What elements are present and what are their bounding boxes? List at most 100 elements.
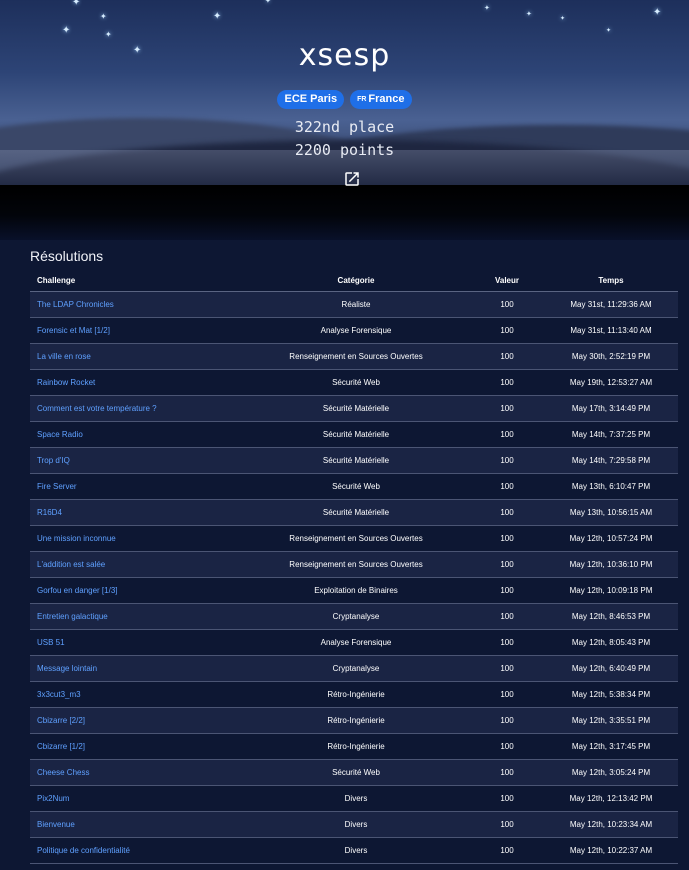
category-cell: Renseignement en Sources Ouvertes bbox=[242, 525, 470, 552]
time-cell: May 12th, 5:38:34 PM bbox=[544, 681, 678, 708]
category-cell: Renseignement en Sources Ouvertes bbox=[242, 343, 470, 370]
table-row: The LDAP Chronicles Réaliste 100 May 31st, … bbox=[30, 291, 678, 318]
star-icon: ✦ bbox=[526, 11, 532, 18]
category-cell: Sécurité Web bbox=[242, 369, 470, 396]
challenge-link[interactable]: Comment est votre température ? bbox=[30, 395, 242, 422]
star-icon: ✦ bbox=[560, 16, 566, 22]
category-cell: Sécurité Web bbox=[242, 759, 470, 786]
challenge-link[interactable]: Une mission inconnue bbox=[30, 525, 242, 552]
category-cell: Sécurité Matérielle bbox=[242, 499, 470, 526]
table-row: Gorfou en danger [1/3] Exploitation de Bi… bbox=[30, 577, 678, 604]
header-category: Catégorie bbox=[242, 270, 470, 292]
category-cell: Cryptanalyse bbox=[242, 603, 470, 630]
school-badge[interactable]: ECE Paris bbox=[277, 90, 345, 109]
challenge-link[interactable]: The LDAP Chronicles bbox=[30, 291, 242, 318]
value-cell: 100 bbox=[470, 733, 544, 760]
value-cell: 100 bbox=[470, 603, 544, 630]
total-points: 2200 points bbox=[294, 141, 395, 159]
table-row: R16D4 Sécurité Matérielle 100 May 13th, 10:… bbox=[30, 499, 678, 526]
time-cell: May 19th, 12:53:27 AM bbox=[544, 369, 678, 396]
value-cell: 100 bbox=[470, 317, 544, 344]
star-icon: ✦ bbox=[100, 12, 107, 21]
star-icon: ✦ bbox=[62, 25, 71, 36]
challenge-link[interactable]: Cbizarre [1/2] bbox=[30, 733, 242, 760]
challenge-link[interactable]: Entretien galactique bbox=[30, 603, 242, 630]
country-label: France bbox=[368, 93, 405, 105]
dark-band bbox=[0, 185, 689, 240]
table-row: Message lointain Cryptanalyse 100 May 12th,… bbox=[30, 655, 678, 682]
category-cell: Exploitation de Binaires bbox=[242, 577, 470, 604]
table-row: Bienvenue Divers 100 May 12th, 10:23:34 AM bbox=[30, 811, 678, 838]
table-row: Entretien galactique Cryptanalyse 100 May 1… bbox=[30, 603, 678, 630]
category-cell: Cryptanalyse bbox=[242, 655, 470, 682]
challenge-link[interactable]: USB 51 bbox=[30, 629, 242, 656]
challenge-link[interactable]: Forensic et Mat [1/2] bbox=[30, 317, 242, 344]
table-row: Cbizarre [2/2] Rétro-Ingénierie 100 May 12t… bbox=[30, 707, 678, 734]
value-cell: 100 bbox=[470, 681, 544, 708]
challenge-link[interactable]: Trop d'IQ bbox=[30, 447, 242, 474]
category-cell: Réaliste bbox=[242, 291, 470, 318]
table-row: La ville en rose Renseignement en Sources… bbox=[30, 343, 678, 370]
category-cell: Sécurité Matérielle bbox=[242, 421, 470, 448]
table-row: Comment est votre température ? Sécurité … bbox=[30, 395, 678, 422]
challenge-link[interactable]: 3x3cut3_m3 bbox=[30, 681, 242, 708]
table-row: Trop d'IQ Sécurité Matérielle 100 May 14th,… bbox=[30, 447, 678, 474]
challenge-link[interactable]: R16D4 bbox=[30, 499, 242, 526]
star-icon: ✦ bbox=[213, 11, 222, 22]
value-cell: 100 bbox=[470, 759, 544, 786]
value-cell: 100 bbox=[470, 785, 544, 812]
challenge-link[interactable]: Space Radio bbox=[30, 421, 242, 448]
challenge-link[interactable]: L'addition est salée bbox=[30, 551, 242, 578]
header-challenge: Challenge bbox=[30, 270, 242, 292]
star-icon: ✦ bbox=[265, 0, 271, 5]
star-icon: ✦ bbox=[606, 28, 612, 34]
challenge-link[interactable]: Cbizarre [2/2] bbox=[30, 707, 242, 734]
challenge-link[interactable]: Rainbow Rocket bbox=[30, 369, 242, 396]
category-cell: Rétro-Ingénierie bbox=[242, 733, 470, 760]
time-cell: May 12th, 8:05:43 PM bbox=[544, 629, 678, 656]
time-cell: May 12th, 6:40:49 PM bbox=[544, 655, 678, 682]
table-row: Politique de confidentialité Divers 100 May… bbox=[30, 837, 678, 864]
category-cell: Divers bbox=[242, 811, 470, 838]
challenge-link[interactable]: Cheese Chess bbox=[30, 759, 242, 786]
table-row: L'addition est salée Renseignement en Sou… bbox=[30, 551, 678, 578]
time-cell: May 12th, 3:17:45 PM bbox=[544, 733, 678, 760]
value-cell: 100 bbox=[470, 499, 544, 526]
table-row: Cbizarre [1/2] Rétro-Ingénierie 100 May 12t… bbox=[30, 733, 678, 760]
username: xsesp bbox=[298, 38, 391, 73]
category-cell: Rétro-Ingénierie bbox=[242, 681, 470, 708]
time-cell: May 31st, 11:29:36 AM bbox=[544, 291, 678, 318]
time-cell: May 12th, 3:05:24 PM bbox=[544, 759, 678, 786]
star-icon: ✦ bbox=[484, 5, 490, 12]
time-cell: May 13th, 10:56:15 AM bbox=[544, 499, 678, 526]
challenge-link[interactable]: Fire Server bbox=[30, 473, 242, 500]
value-cell: 100 bbox=[470, 707, 544, 734]
badge-row: ECE Paris FR France bbox=[0, 90, 689, 109]
value-cell: 100 bbox=[470, 551, 544, 578]
challenge-link[interactable]: La ville en rose bbox=[30, 343, 242, 370]
value-cell: 100 bbox=[470, 655, 544, 682]
country-badge[interactable]: FR France bbox=[350, 90, 412, 109]
value-cell: 100 bbox=[470, 291, 544, 318]
table-row: Fire Server Sécurité Web 100 May 13th, 6:10… bbox=[30, 473, 678, 500]
time-cell: May 12th, 8:46:53 PM bbox=[544, 603, 678, 630]
value-cell: 100 bbox=[470, 577, 544, 604]
header-time: Temps bbox=[544, 270, 678, 292]
time-cell: May 13th, 6:10:47 PM bbox=[544, 473, 678, 500]
time-cell: May 12th, 10:22:37 AM bbox=[544, 837, 678, 864]
challenge-link[interactable]: Message lointain bbox=[30, 655, 242, 682]
star-icon: ✦ bbox=[72, 0, 81, 8]
category-cell: Rétro-Ingénierie bbox=[242, 707, 470, 734]
value-cell: 100 bbox=[470, 837, 544, 864]
table-row: 3x3cut3_m3 Rétro-Ingénierie 100 May 12th, 5… bbox=[30, 681, 678, 708]
star-icon: ✦ bbox=[653, 7, 662, 18]
challenge-link[interactable]: Pix2Num bbox=[30, 785, 242, 812]
external-link-icon[interactable] bbox=[343, 170, 361, 188]
challenge-link[interactable]: Gorfou en danger [1/3] bbox=[30, 577, 242, 604]
category-cell: Analyse Forensique bbox=[242, 317, 470, 344]
challenge-link[interactable]: Politique de confidentialité bbox=[30, 837, 242, 864]
category-cell: Analyse Forensique bbox=[242, 629, 470, 656]
value-cell: 100 bbox=[470, 811, 544, 838]
challenge-link[interactable]: Bienvenue bbox=[30, 811, 242, 838]
time-cell: May 12th, 10:09:18 PM bbox=[544, 577, 678, 604]
